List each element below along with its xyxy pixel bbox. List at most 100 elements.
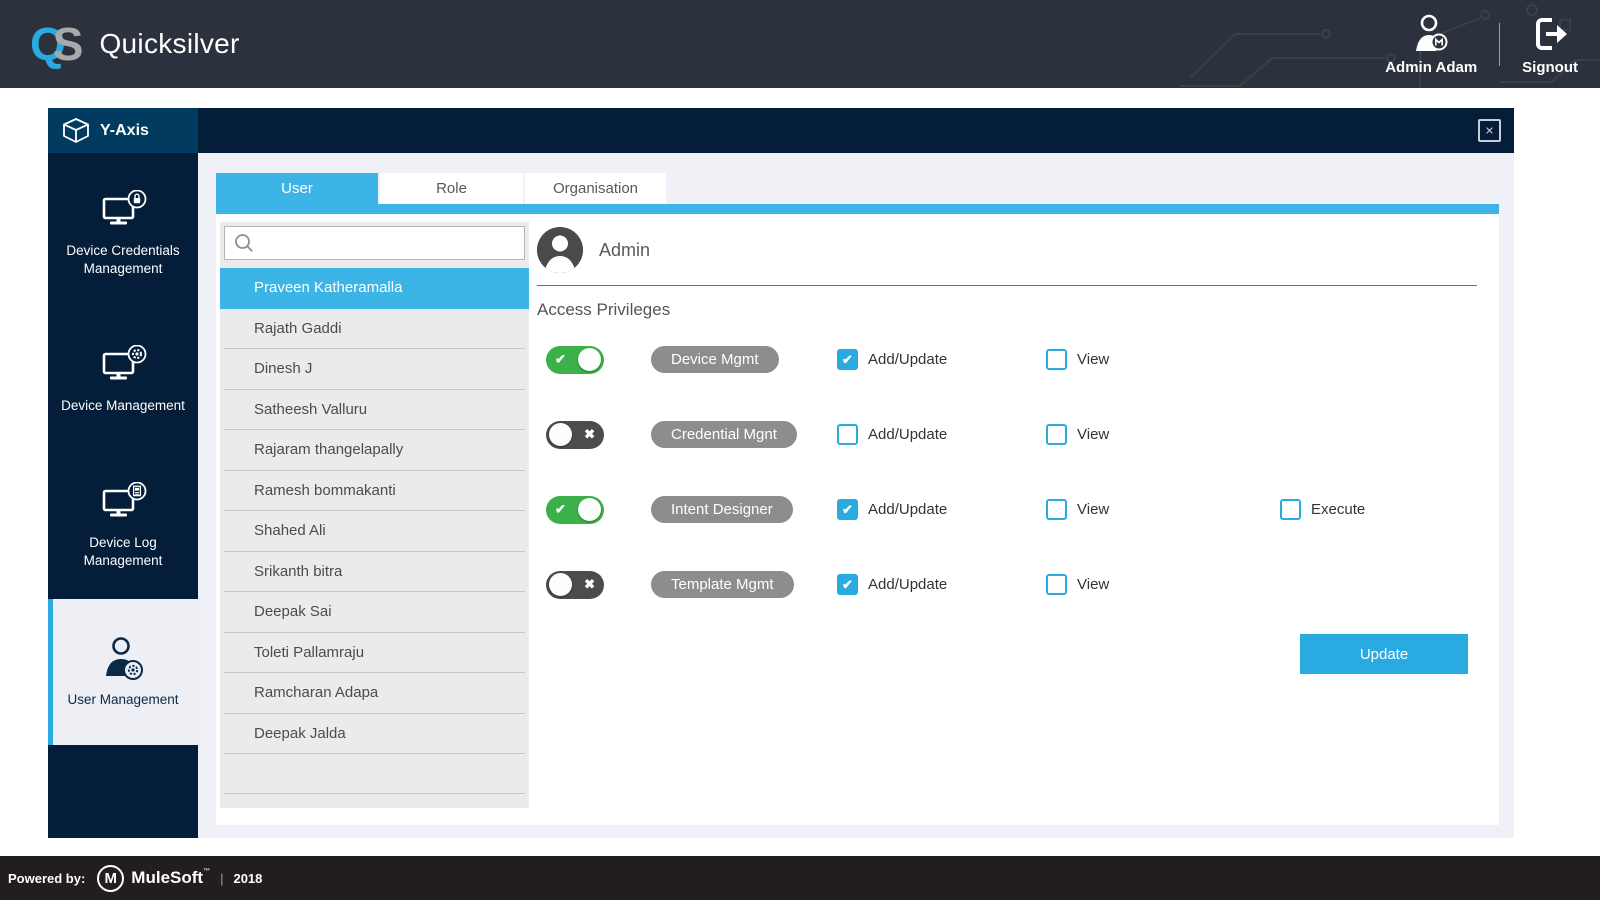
privilege-toggle[interactable]: ✔ ✖ <box>546 421 604 449</box>
user-name: Satheesh Valluru <box>254 401 367 418</box>
mulesoft-brand: MuleSoft™ <box>131 868 210 888</box>
checkbox-label: Add/Update <box>868 501 947 518</box>
checkbox-label: Add/Update <box>868 426 947 443</box>
execute-checkbox[interactable]: ✔ <box>1280 499 1301 520</box>
user-name: Deepak Jalda <box>254 725 346 742</box>
logo-letter-s: S <box>53 21 84 67</box>
powered-by-label: Powered by: <box>8 871 85 886</box>
add-update-option: ✔ Add/Update <box>837 424 1046 445</box>
search-icon <box>233 232 255 254</box>
module-pill: Credential Mgnt <box>651 421 797 448</box>
user-name: Shahed Ali <box>254 522 326 539</box>
module-pill: Template Mgmt <box>651 571 794 598</box>
window-title: Y-Axis <box>100 122 149 140</box>
window-titlebar: Y-Axis <box>48 108 1514 153</box>
add-update-checkbox[interactable]: ✔ <box>837 499 858 520</box>
checkbox-label: View <box>1077 351 1109 368</box>
section-title: Access Privileges <box>537 300 1477 320</box>
sidebar-item-user-management[interactable]: User Management <box>48 599 198 745</box>
user-name: Toleti Pallamraju <box>254 644 364 661</box>
privilege-row-device-mgmt: ✔ ✖ Device Mgmt ✔ Add/Update ✔ View <box>537 322 1477 397</box>
toggle-knob <box>578 498 601 521</box>
check-icon: ✔ <box>555 501 566 517</box>
search-input[interactable] <box>263 234 516 252</box>
quicksilver-logo-icon: QS <box>30 21 83 67</box>
cube-icon <box>62 118 90 144</box>
header-divider <box>1499 23 1500 66</box>
trademark: ™ <box>203 868 210 875</box>
update-button[interactable]: Update <box>1300 634 1468 674</box>
user-list-item[interactable]: Shahed Ali <box>224 511 525 552</box>
monitor-log-icon <box>97 482 149 524</box>
user-list-item[interactable]: Dinesh J <box>224 349 525 390</box>
work-area: Praveen Katheramalla Rajath Gaddi Dinesh… <box>216 214 1499 825</box>
admin-user-icon <box>1409 13 1453 55</box>
tab-label: User <box>281 180 313 197</box>
checkbox-label: Add/Update <box>868 351 947 368</box>
app-footer: Powered by: M MuleSoft™ | 2018 <box>0 856 1600 900</box>
current-user: Admin Adam <box>1385 13 1477 76</box>
sidebar-item-label: Device Management <box>55 397 191 415</box>
signout-icon <box>1529 13 1571 55</box>
user-name: Rajath Gaddi <box>254 320 342 337</box>
privilege-toggle[interactable]: ✔ ✖ <box>546 496 604 524</box>
sidebar-item-label: Device Credentials Management <box>48 242 198 277</box>
user-name: Praveen Katheramalla <box>254 279 402 296</box>
add-update-checkbox[interactable]: ✔ <box>837 424 858 445</box>
sidebar-item-device-log-management[interactable]: Device Log Management <box>48 453 198 599</box>
view-checkbox[interactable]: ✔ <box>1046 424 1067 445</box>
tab-organisation[interactable]: Organisation <box>525 173 666 204</box>
signout-label: Signout <box>1522 59 1578 76</box>
mulesoft-logo-icon: M <box>97 865 124 892</box>
tab-bar: User Role Organisation <box>216 173 1499 204</box>
privilege-row-template-mgmt: ✔ ✖ Template Mgmt ✔ Add/Update ✔ View <box>537 547 1477 622</box>
user-name: Rajaram thangelapally <box>254 441 403 458</box>
user-list-item[interactable]: Srikanth bitra <box>224 552 525 593</box>
view-option: ✔ View <box>1046 424 1280 445</box>
footer-separator: | <box>220 871 223 886</box>
window-body: Device Credentials Management Device Man… <box>48 153 1514 838</box>
privilege-toggle[interactable]: ✔ ✖ <box>546 571 604 599</box>
add-update-checkbox[interactable]: ✔ <box>837 574 858 595</box>
sidebar-item-device-management[interactable]: Device Management <box>48 307 198 453</box>
user-list-item[interactable]: Toleti Pallamraju <box>224 633 525 674</box>
view-checkbox[interactable]: ✔ <box>1046 349 1067 370</box>
x-icon: ✖ <box>584 426 595 442</box>
toggle-knob <box>578 348 601 371</box>
user-list-item[interactable]: Ramcharan Adapa <box>224 673 525 714</box>
close-button[interactable] <box>1478 119 1501 142</box>
user-list-item[interactable]: Rajaram thangelapally <box>224 430 525 471</box>
user-list-item[interactable]: Satheesh Valluru <box>224 390 525 431</box>
detail-header: Admin <box>537 227 1477 273</box>
check-icon: ✔ <box>842 503 853 516</box>
view-checkbox[interactable]: ✔ <box>1046 574 1067 595</box>
checkbox-label: View <box>1077 576 1109 593</box>
accent-bar <box>216 204 1499 214</box>
main-window: Y-Axis Device Credential <box>48 108 1514 838</box>
brand-text: MuleSoft <box>131 868 203 887</box>
monitor-lock-icon <box>97 190 149 232</box>
search-box[interactable] <box>224 226 525 260</box>
user-list-item[interactable]: Ramesh bommakanti <box>224 471 525 512</box>
view-option: ✔ View <box>1046 499 1280 520</box>
user-name: Dinesh J <box>254 360 312 377</box>
divider <box>537 285 1477 286</box>
add-update-option: ✔ Add/Update <box>837 349 1046 370</box>
user-list-item[interactable]: Praveen Katheramalla <box>220 268 529 309</box>
header-right: Admin Adam Signout <box>1385 13 1578 76</box>
checkbox-label: Add/Update <box>868 576 947 593</box>
user-list-item[interactable]: Deepak Jalda <box>224 714 525 755</box>
sidebar-item-device-credentials-management[interactable]: Device Credentials Management <box>48 161 198 307</box>
privilege-toggle[interactable]: ✔ ✖ <box>546 346 604 374</box>
signout-button[interactable]: Signout <box>1522 13 1578 76</box>
user-list-item[interactable]: Rajath Gaddi <box>224 309 525 350</box>
tab-role[interactable]: Role <box>380 173 523 204</box>
user-list-item[interactable]: Deepak Sai <box>224 592 525 633</box>
content-area: User Role Organisation Praveen Katherama… <box>198 153 1514 838</box>
user-name: Ramcharan Adapa <box>254 684 378 701</box>
check-icon: ✔ <box>842 578 853 591</box>
tab-user[interactable]: User <box>216 173 378 204</box>
checkbox-label: View <box>1077 426 1109 443</box>
view-checkbox[interactable]: ✔ <box>1046 499 1067 520</box>
add-update-checkbox[interactable]: ✔ <box>837 349 858 370</box>
